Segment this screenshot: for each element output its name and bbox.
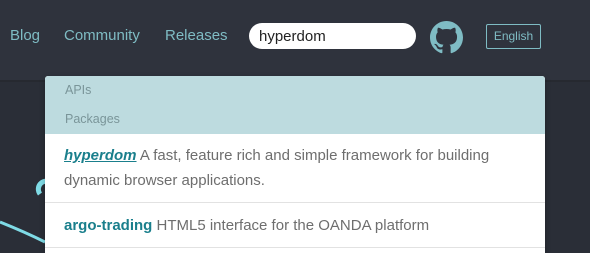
category-header-packages: Packages	[45, 105, 545, 134]
nav-link-community[interactable]: Community	[64, 26, 140, 46]
search-input[interactable]	[249, 23, 416, 49]
result-package-name[interactable]: hyperdom	[64, 147, 137, 164]
language-selector-button[interactable]: English	[486, 24, 541, 49]
page: Blog Community Releases English APIs Pac…	[0, 0, 590, 253]
search-result-item[interactable]: hyperdom A fast, feature rich and simple…	[45, 134, 545, 203]
result-package-name[interactable]: argo-trading	[64, 217, 152, 234]
nav-link-blog[interactable]: Blog	[10, 26, 40, 46]
search-results-dropdown: APIs Packages hyperdom A fast, feature r…	[45, 76, 545, 253]
top-nav-bar: Blog Community Releases English	[0, 0, 590, 80]
nav-link-releases[interactable]: Releases	[165, 26, 228, 46]
search-result-item[interactable]: argo-trading HTML5 interface for the OAN…	[45, 203, 545, 248]
category-header-apis: APIs	[45, 76, 545, 105]
result-description: HTML5 interface for the OANDA platform	[152, 217, 430, 234]
github-icon[interactable]	[430, 21, 463, 54]
